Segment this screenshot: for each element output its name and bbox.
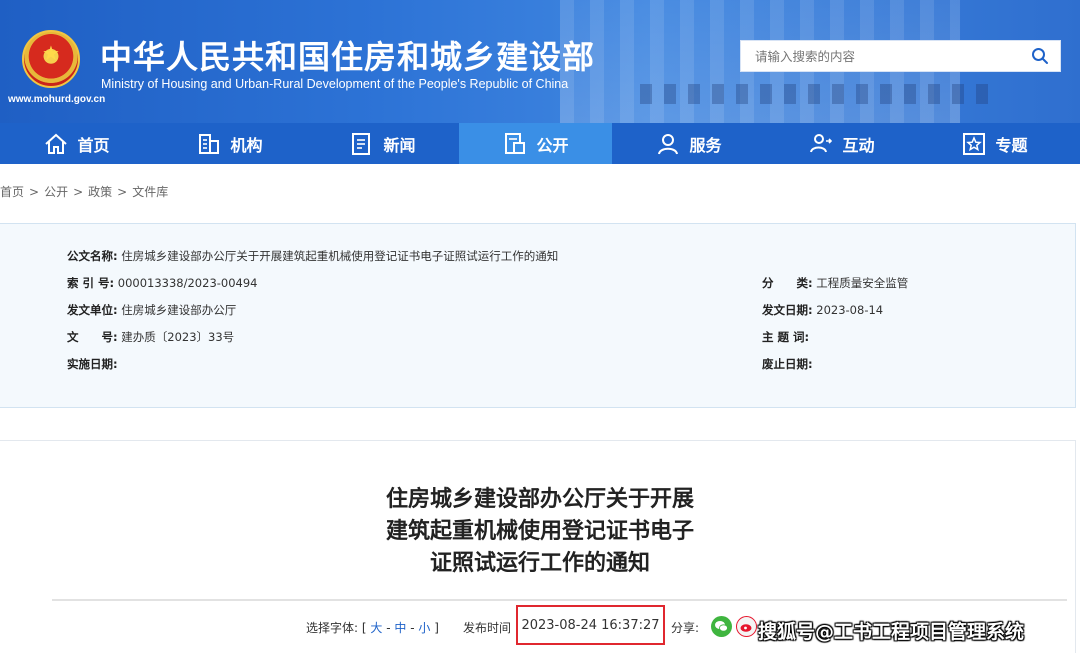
search-input[interactable] bbox=[741, 41, 1020, 71]
meta-subject: 主 题 词: bbox=[762, 329, 809, 345]
article-title-line-3: 证照试运行工作的通知 bbox=[429, 551, 650, 576]
breadcrumb-separator: > bbox=[29, 185, 40, 199]
national-emblem-icon bbox=[22, 30, 80, 88]
font-large-link[interactable]: 大 bbox=[370, 621, 382, 635]
font-bracket-open: [ bbox=[361, 621, 367, 635]
font-medium-link[interactable]: 中 bbox=[394, 621, 406, 635]
meta-value: 2023-08-14 bbox=[816, 303, 884, 317]
font-separator: - bbox=[410, 621, 415, 635]
title-divider bbox=[52, 599, 1067, 601]
watermark-text: 搜狐号@工书工程项目管理系统 bbox=[758, 621, 1025, 643]
nav-item-home[interactable]: 首页 bbox=[0, 123, 153, 164]
nav-item-interact[interactable]: 互动 bbox=[765, 123, 918, 164]
site-title-en: Ministry of Housing and Urban-Rural Deve… bbox=[101, 77, 569, 91]
nav-item-org[interactable]: 机构 bbox=[153, 123, 306, 164]
breadcrumb-file-library[interactable]: 文件库 bbox=[132, 185, 168, 199]
publish-time-value: 2023-08-24 16:37:27 bbox=[521, 617, 660, 633]
meta-value: 住房城乡建设部办公厅 bbox=[121, 303, 237, 317]
font-small-link[interactable]: 小 bbox=[418, 621, 430, 635]
meta-value: 建办质〔2023〕33号 bbox=[121, 330, 235, 344]
meta-label: 废止日期: bbox=[762, 357, 813, 371]
meta-impl-date: 实施日期: bbox=[67, 356, 118, 372]
building-icon bbox=[199, 133, 220, 154]
wechat-icon bbox=[715, 621, 728, 632]
meta-value: 工程质量安全监管 bbox=[816, 276, 909, 290]
article-title-line-1: 住房城乡建设部办公厅关于开展 bbox=[385, 487, 694, 512]
search-button[interactable] bbox=[1020, 41, 1060, 71]
nav-label: 新闻 bbox=[383, 135, 416, 155]
font-separator: - bbox=[386, 621, 391, 635]
nav-item-topics[interactable]: 专题 bbox=[918, 123, 1071, 164]
news-icon bbox=[352, 132, 371, 155]
meta-label: 分 类: bbox=[762, 276, 813, 290]
nav-label: 互动 bbox=[842, 135, 875, 155]
publish-time-highlight: 2023-08-24 16:37:27 bbox=[516, 605, 665, 645]
weibo-share-button[interactable] bbox=[736, 616, 757, 637]
meta-label: 索 引 号: bbox=[67, 276, 115, 290]
breadcrumb: 首页 > 公开 > 政策 > 文件库 bbox=[0, 183, 168, 200]
meta-value: 000013338/2023-00494 bbox=[117, 276, 258, 290]
nav-label: 机构 bbox=[230, 135, 263, 155]
meta-label: 发文单位: bbox=[67, 303, 118, 317]
breadcrumb-policy[interactable]: 政策 bbox=[88, 185, 112, 199]
breadcrumb-separator: > bbox=[73, 185, 84, 199]
meta-label: 发文日期: bbox=[762, 303, 813, 317]
meta-label: 实施日期: bbox=[67, 357, 118, 371]
header-banner: 中华人民共和国住房和城乡建设部 Ministry of Housing and … bbox=[0, 0, 1080, 123]
banner-building-windows bbox=[640, 84, 1000, 104]
nav-item-news[interactable]: 新闻 bbox=[306, 123, 459, 164]
meta-doc-number: 文 号: 建办质〔2023〕33号 bbox=[67, 329, 234, 345]
font-bracket-close: ] bbox=[434, 621, 439, 635]
main-nav: 首页 机构 新闻 公开 服务 互动 专题 bbox=[0, 123, 1080, 164]
weibo-icon bbox=[740, 624, 752, 632]
wechat-share-button[interactable] bbox=[711, 616, 732, 637]
search-box bbox=[740, 40, 1061, 72]
breadcrumb-home[interactable]: 首页 bbox=[0, 185, 24, 199]
meta-expire-date: 废止日期: bbox=[762, 356, 813, 372]
site-url: www.mohurd.gov.cn bbox=[8, 94, 106, 105]
share-label: 分享: bbox=[671, 621, 700, 635]
search-icon bbox=[1032, 48, 1048, 64]
nav-label: 公开 bbox=[536, 135, 569, 155]
home-icon bbox=[45, 133, 68, 154]
meta-doc-name: 公文名称: 住房城乡建设部办公厅关于开展建筑起重机械使用登记证书电子证照试运行工… bbox=[67, 248, 558, 264]
breadcrumb-separator: > bbox=[117, 185, 128, 199]
meta-issue-date: 发文日期: 2023-08-14 bbox=[762, 302, 883, 318]
nav-label: 服务 bbox=[689, 135, 722, 155]
site-title-cn: 中华人民共和国住房和城乡建设部 bbox=[100, 38, 596, 76]
document-meta-box: 公文名称: 住房城乡建设部办公厅关于开展建筑起重机械使用登记证书电子证照试运行工… bbox=[0, 223, 1076, 408]
meta-value: 住房城乡建设部办公厅关于开展建筑起重机械使用登记证书电子证照试运行工作的通知 bbox=[121, 249, 559, 263]
nav-item-public[interactable]: 公开 bbox=[459, 123, 612, 164]
interaction-icon bbox=[810, 133, 833, 152]
article-title-line-2: 建筑起重机械使用登记证书电子 bbox=[385, 519, 694, 544]
document-icon bbox=[505, 132, 526, 154]
nav-label: 专题 bbox=[995, 135, 1028, 155]
nav-label: 首页 bbox=[77, 135, 110, 155]
star-icon bbox=[963, 132, 986, 155]
nav-item-service[interactable]: 服务 bbox=[612, 123, 765, 164]
breadcrumb-public[interactable]: 公开 bbox=[44, 185, 68, 199]
font-size-label: 选择字体: bbox=[306, 621, 359, 635]
meta-issuer: 发文单位: 住房城乡建设部办公厅 bbox=[67, 302, 236, 318]
meta-label: 公文名称: bbox=[67, 249, 118, 263]
font-size-selector: 选择字体: [ 大 - 中 - 小 ] bbox=[306, 619, 439, 636]
person-service-icon bbox=[658, 133, 679, 154]
meta-label: 主 题 词: bbox=[762, 330, 810, 344]
meta-label: 文 号: bbox=[67, 330, 118, 344]
meta-category: 分 类: 工程质量安全监管 bbox=[762, 275, 908, 291]
publish-time-label: 发布时间 bbox=[463, 621, 512, 635]
meta-index-no: 索 引 号: 000013338/2023-00494 bbox=[67, 275, 258, 291]
